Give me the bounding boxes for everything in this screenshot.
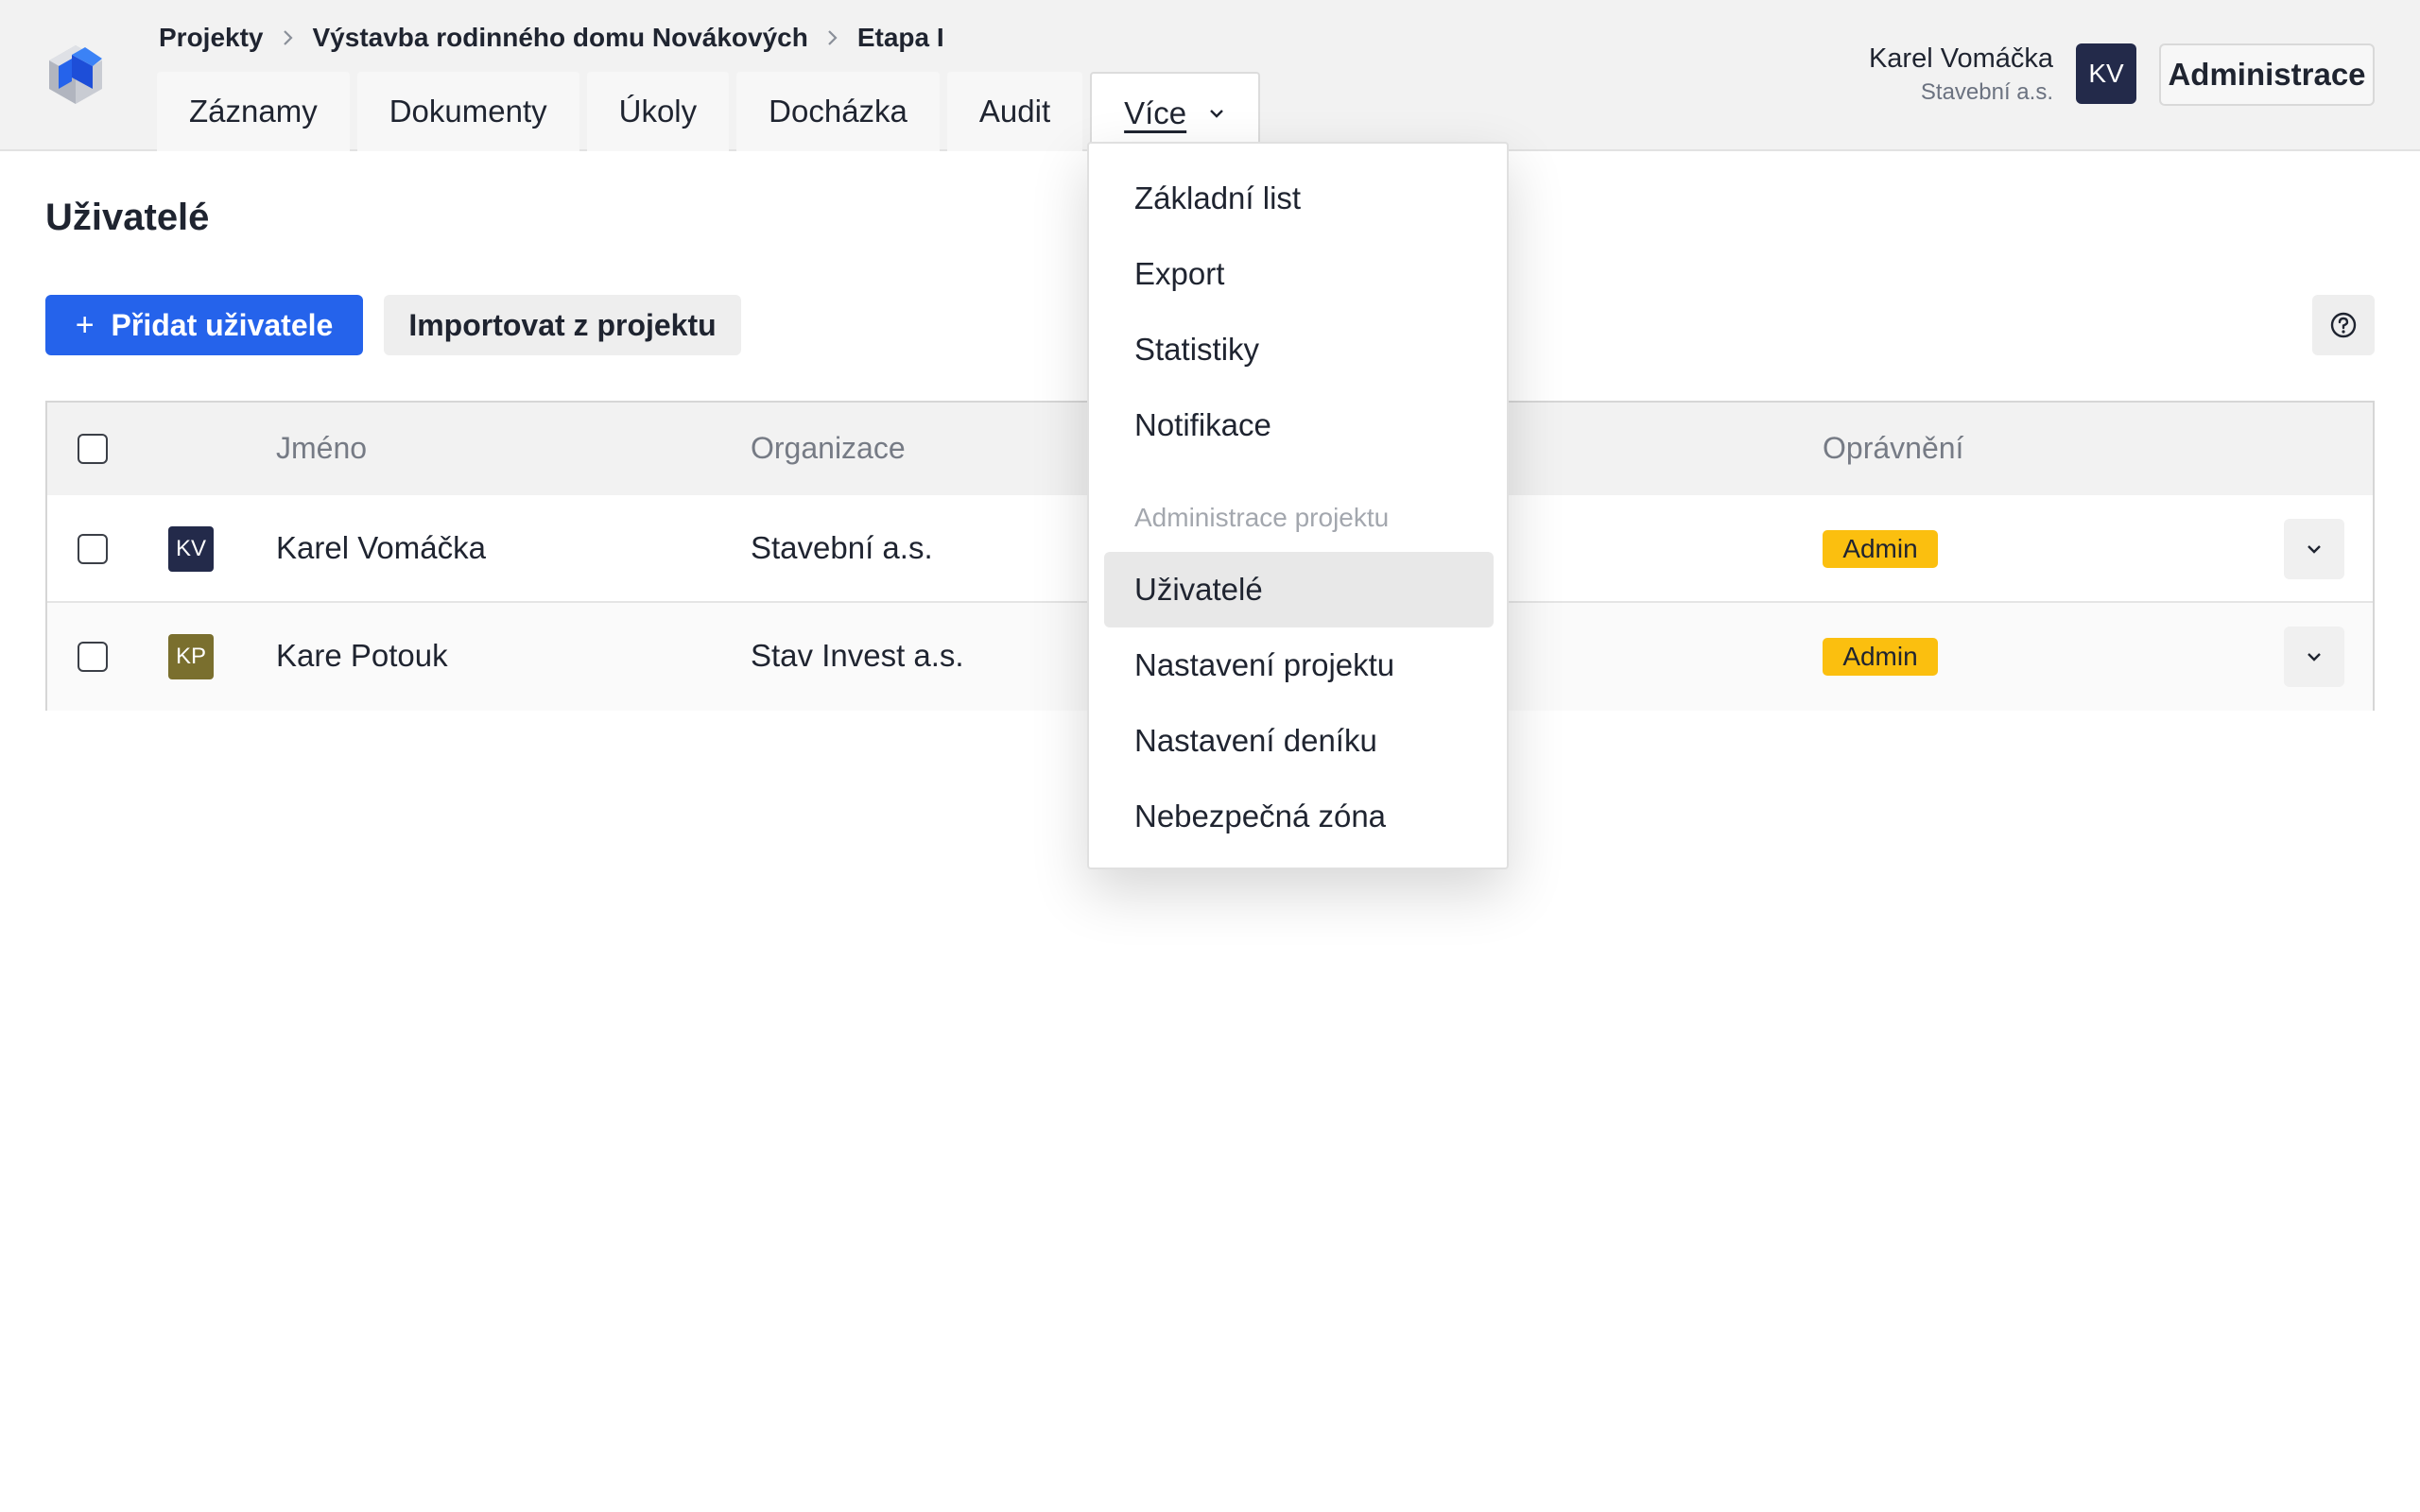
add-user-button[interactable]: + Přidat uživatele: [45, 295, 363, 355]
more-dropdown-menu: Základní list Export Statistiky Notifika…: [1087, 142, 1509, 869]
chevron-down-icon: [1207, 107, 1226, 120]
tab-records[interactable]: Záznamy: [157, 72, 350, 151]
help-button[interactable]: [2312, 295, 2375, 355]
row-checkbox[interactable]: [78, 534, 108, 564]
row-checkbox[interactable]: [78, 642, 108, 672]
chevron-right-icon: [825, 28, 840, 47]
import-from-project-button[interactable]: Importovat z projektu: [384, 295, 741, 355]
help-icon: [2330, 312, 2357, 338]
menu-item-notifications[interactable]: Notifikace: [1104, 387, 1494, 463]
column-header-name[interactable]: Jméno: [276, 431, 367, 466]
chevron-down-icon: [2308, 653, 2321, 662]
user-name: Karel Vomáčka: [1868, 43, 2053, 74]
chevron-right-icon: [281, 28, 296, 47]
user-name-cell: Karel Vomáčka: [276, 530, 486, 565]
breadcrumb-projects[interactable]: Projekty: [159, 23, 264, 53]
role-badge: Admin: [1823, 638, 1938, 676]
current-user: Karel Vomáčka Stavební a.s.: [1869, 40, 2053, 108]
top-header: Projekty Výstavba rodinného domu Novákov…: [0, 0, 2420, 153]
select-all-checkbox[interactable]: [78, 434, 108, 464]
organization-cell: Stav Invest a.s.: [751, 638, 964, 673]
chevron-down-icon: [2308, 545, 2321, 554]
menu-item-danger-zone[interactable]: Nebezpečná zóna: [1104, 779, 1494, 854]
page-title: Uživatelé: [45, 197, 210, 238]
tab-label: Audit: [978, 94, 1051, 129]
tab-label: Úkoly: [618, 94, 698, 129]
role-badge: Admin: [1823, 530, 1938, 568]
administration-button[interactable]: Administrace: [2159, 43, 2375, 106]
menu-section-heading: Administrace projektu: [1134, 503, 1390, 532]
tab-label: Docházka: [769, 94, 908, 129]
row-expand-button[interactable]: [2284, 627, 2344, 687]
avatar: KP: [168, 634, 214, 679]
menu-item-diary-settings[interactable]: Nastavení deníku: [1104, 703, 1494, 779]
menu-item-export[interactable]: Export: [1104, 236, 1494, 312]
menu-item-users[interactable]: Uživatelé: [1104, 552, 1494, 627]
menu-item-project-settings[interactable]: Nastavení projektu: [1104, 627, 1494, 703]
tab-audit[interactable]: Audit: [946, 72, 1083, 151]
row-expand-button[interactable]: [2284, 519, 2344, 579]
avatar: KV: [168, 526, 214, 572]
tab-label: Dokumenty: [389, 94, 547, 129]
column-header-organization[interactable]: Organizace: [751, 431, 906, 466]
user-avatar[interactable]: KV: [2076, 43, 2136, 104]
column-header-permission[interactable]: Oprávnění: [1823, 431, 1963, 466]
breadcrumb-project[interactable]: Výstavba rodinného domu Novákových: [313, 23, 808, 53]
tab-bar: Záznamy Dokumenty Úkoly Docházka Audit V…: [157, 72, 1268, 153]
organization-cell: Stavební a.s.: [751, 530, 933, 565]
breadcrumb: Projekty Výstavba rodinného domu Novákov…: [159, 19, 944, 57]
breadcrumb-stage[interactable]: Etapa I: [857, 23, 944, 53]
tab-tasks[interactable]: Úkoly: [586, 72, 730, 151]
menu-item-basic-sheet[interactable]: Základní list: [1104, 161, 1494, 236]
tab-label: Záznamy: [189, 94, 318, 129]
user-name-cell: Kare Potouk: [276, 638, 448, 673]
tab-label: Více: [1124, 95, 1187, 130]
user-organization: Stavební a.s.: [1920, 79, 2053, 105]
menu-item-statistics[interactable]: Statistiky: [1104, 312, 1494, 387]
app-logo-icon[interactable]: [45, 42, 106, 108]
add-user-label: Přidat uživatele: [111, 307, 334, 342]
plus-icon: +: [75, 306, 95, 343]
tab-documents[interactable]: Dokumenty: [356, 72, 579, 151]
tab-attendance[interactable]: Docházka: [736, 72, 940, 151]
